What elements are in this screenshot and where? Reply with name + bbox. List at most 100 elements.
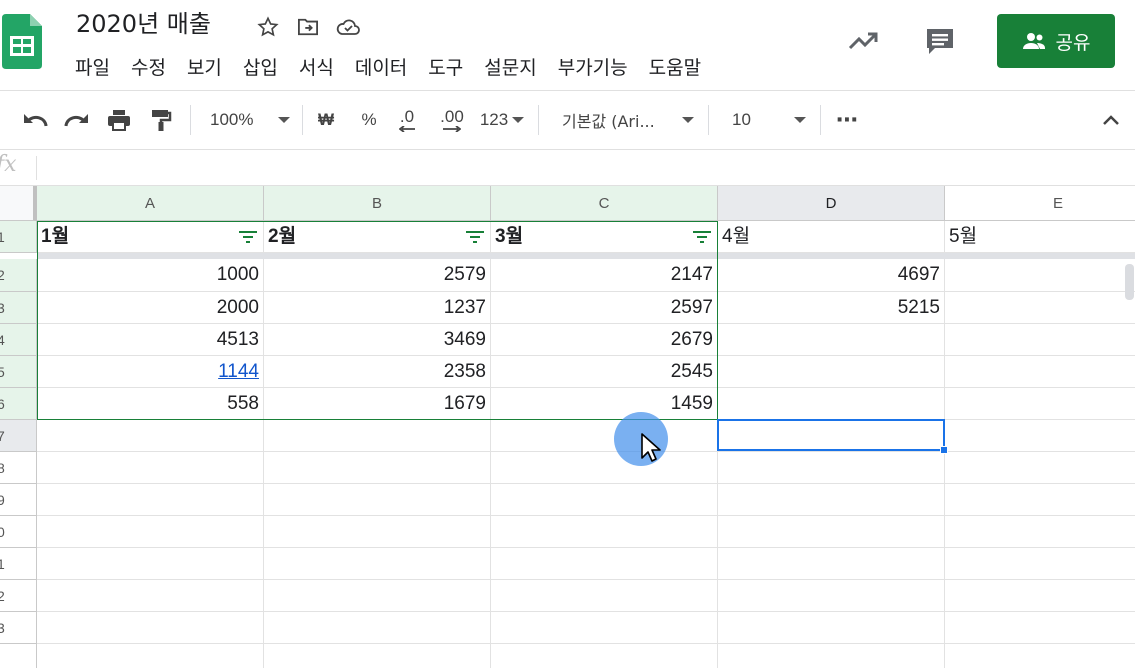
cell-b6[interactable]: 1679 xyxy=(264,388,491,420)
cell-b12[interactable] xyxy=(264,580,491,612)
increase-decimal-button[interactable]: .00 xyxy=(434,91,470,149)
sheets-logo-icon[interactable] xyxy=(2,14,42,69)
more-options-button[interactable]: ⋯ xyxy=(830,91,864,149)
cell-b10[interactable] xyxy=(264,516,491,548)
cell-c8[interactable] xyxy=(491,452,718,484)
cell-a12[interactable] xyxy=(37,580,264,612)
cell-a11[interactable] xyxy=(37,548,264,580)
cell-d14[interactable] xyxy=(718,644,945,668)
cell-b2[interactable]: 2579 xyxy=(264,259,491,292)
cell-a4[interactable]: 4513 xyxy=(37,324,264,356)
star-icon[interactable] xyxy=(255,14,281,40)
filter-icon[interactable] xyxy=(693,231,711,243)
cell-a3[interactable]: 2000 xyxy=(37,292,264,324)
row-header-6[interactable]: 6 xyxy=(0,388,37,420)
share-button[interactable]: 공유 xyxy=(997,14,1115,68)
cell-a13[interactable] xyxy=(37,612,264,644)
cell-d9[interactable] xyxy=(718,484,945,516)
menu-view[interactable]: 보기 xyxy=(187,54,222,82)
row-header-13[interactable]: 3 xyxy=(0,612,37,644)
column-header-e[interactable]: E xyxy=(945,186,1135,221)
menu-forms[interactable]: 설문지 xyxy=(484,54,536,82)
menu-help[interactable]: 도움말 xyxy=(649,54,701,82)
fill-handle[interactable] xyxy=(940,446,948,454)
cell-e4[interactable] xyxy=(945,324,1135,356)
cell-c6[interactable]: 1459 xyxy=(491,388,718,420)
cell-b8[interactable] xyxy=(264,452,491,484)
cell-a14[interactable] xyxy=(37,644,264,668)
cell-d2[interactable]: 4697 xyxy=(718,259,945,292)
cell-b3[interactable]: 1237 xyxy=(264,292,491,324)
cloud-saved-icon[interactable] xyxy=(335,14,361,40)
cell-e12[interactable] xyxy=(945,580,1135,612)
cell-c1[interactable]: 3월 xyxy=(491,221,718,253)
cell-d1[interactable]: 4월 xyxy=(718,221,945,253)
cell-d11[interactable] xyxy=(718,548,945,580)
cell-b5[interactable]: 2358 xyxy=(264,356,491,388)
cell-e3[interactable] xyxy=(945,292,1135,324)
column-header-b[interactable]: B xyxy=(264,186,491,221)
cell-d5[interactable] xyxy=(718,356,945,388)
decrease-decimal-button[interactable]: .0 xyxy=(392,91,422,149)
cell-a6[interactable]: 558 xyxy=(37,388,264,420)
cell-b11[interactable] xyxy=(264,548,491,580)
cell-d10[interactable] xyxy=(718,516,945,548)
cell-c5[interactable]: 2545 xyxy=(491,356,718,388)
cell-c12[interactable] xyxy=(491,580,718,612)
cell-c7[interactable] xyxy=(491,420,718,452)
cell-c14[interactable] xyxy=(491,644,718,668)
zoom-select[interactable]: 100% xyxy=(200,91,296,149)
cell-e13[interactable] xyxy=(945,612,1135,644)
column-header-a[interactable]: A xyxy=(37,186,264,221)
cell-d3[interactable]: 5215 xyxy=(718,292,945,324)
row-header-12[interactable]: 2 xyxy=(0,580,37,612)
row-header-3[interactable]: 3 xyxy=(0,292,37,324)
cell-d12[interactable] xyxy=(718,580,945,612)
currency-format-button[interactable]: ₩ xyxy=(312,91,340,149)
cell-e6[interactable] xyxy=(945,388,1135,420)
paint-format-icon[interactable] xyxy=(144,91,178,149)
percent-format-button[interactable]: % xyxy=(356,91,382,149)
row-header-5[interactable]: 5 xyxy=(0,356,37,388)
row-header-2[interactable]: 2 xyxy=(0,259,37,292)
cell-e11[interactable] xyxy=(945,548,1135,580)
cell-b14[interactable] xyxy=(264,644,491,668)
cell-c9[interactable] xyxy=(491,484,718,516)
cell-a5[interactable]: 1144 xyxy=(37,356,264,388)
row-header-11[interactable]: 1 xyxy=(0,548,37,580)
vertical-scrollbar[interactable] xyxy=(1125,264,1134,300)
redo-icon[interactable] xyxy=(60,91,94,149)
filter-icon[interactable] xyxy=(239,231,257,243)
explore-trend-icon[interactable] xyxy=(843,21,883,61)
menu-file[interactable]: 파일 xyxy=(75,54,110,82)
cell-d4[interactable] xyxy=(718,324,945,356)
menu-edit[interactable]: 수정 xyxy=(131,54,166,82)
row-header-8[interactable]: 8 xyxy=(0,452,37,484)
move-to-folder-icon[interactable] xyxy=(295,14,321,40)
cell-d13[interactable] xyxy=(718,612,945,644)
cell-b4[interactable]: 3469 xyxy=(264,324,491,356)
row-header-1[interactable]: 1 xyxy=(0,221,37,253)
row-header-14[interactable] xyxy=(0,644,37,668)
cell-e1[interactable]: 5월 xyxy=(945,221,1135,253)
filter-icon[interactable] xyxy=(466,231,484,243)
cell-a2[interactable]: 1000 xyxy=(37,259,264,292)
cell-c13[interactable] xyxy=(491,612,718,644)
cell-e2[interactable] xyxy=(945,259,1135,292)
more-formats-select[interactable]: 123 xyxy=(478,91,526,149)
cell-link[interactable]: 1144 xyxy=(218,361,259,382)
collapse-menus-button[interactable] xyxy=(1096,91,1126,149)
row-header-9[interactable]: 9 xyxy=(0,484,37,516)
menu-tools[interactable]: 도구 xyxy=(428,54,463,82)
cell-a8[interactable] xyxy=(37,452,264,484)
cell-d6[interactable] xyxy=(718,388,945,420)
formula-input[interactable] xyxy=(44,150,1124,185)
row-header-7[interactable]: 7 xyxy=(0,420,37,452)
menu-data[interactable]: 데이터 xyxy=(355,54,407,82)
cell-c11[interactable] xyxy=(491,548,718,580)
undo-icon[interactable] xyxy=(18,91,52,149)
cell-c3[interactable]: 2597 xyxy=(491,292,718,324)
cell-b7[interactable] xyxy=(264,420,491,452)
cell-d8[interactable] xyxy=(718,452,945,484)
select-all-corner[interactable] xyxy=(0,186,37,221)
